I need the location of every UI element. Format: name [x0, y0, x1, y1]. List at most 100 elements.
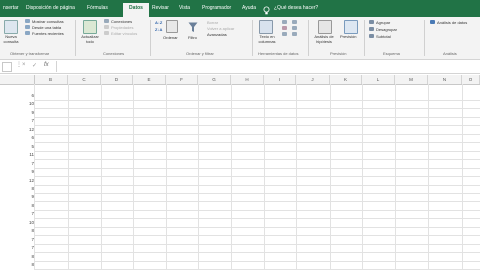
cell-value[interactable]: 8 [0, 253, 34, 261]
column-header[interactable]: H [231, 75, 264, 84]
tab-insertar[interactable]: nsertar [1, 3, 21, 17]
column-header[interactable]: J [296, 75, 330, 84]
grid-row-line [34, 142, 480, 143]
column-header[interactable]: D [101, 75, 133, 84]
refresh-all-button[interactable]: Actualizar todo [80, 34, 100, 44]
edit-links-button[interactable]: Editar vínculos [111, 31, 137, 36]
grid-column-line [68, 84, 69, 270]
grid-column-line [133, 84, 134, 270]
sort-icon[interactable] [166, 20, 178, 33]
column-header[interactable]: O [462, 75, 480, 84]
group-label-outline: Esquema [383, 51, 400, 56]
grid-row-line [34, 218, 480, 219]
select-all-corner[interactable] [0, 75, 35, 84]
formula-input[interactable] [60, 62, 478, 71]
forecast-sheet-button[interactable]: Previsión [340, 34, 356, 39]
tab-programador[interactable]: Programador [200, 3, 233, 17]
column-header[interactable]: N [428, 75, 462, 84]
remove-duplicates-icon[interactable] [282, 26, 287, 30]
worksheet-grid[interactable]: 6 10 9 7 12 6 5 11 7 9 12 8 9 8 7 10 8 7 7 8 8 [0, 84, 480, 270]
cell-value[interactable]: 8 [0, 227, 34, 235]
connections-icon [104, 19, 109, 23]
cell-value[interactable]: 6 [0, 92, 34, 100]
advanced-filter-button[interactable]: Avanzadas [207, 32, 227, 37]
column-header[interactable]: L [362, 75, 395, 84]
column-header[interactable]: E [133, 75, 166, 84]
cell-value[interactable]: 10 [0, 219, 34, 227]
show-queries-button[interactable]: Mostrar consultas [32, 19, 64, 24]
relationships-icon[interactable] [292, 26, 297, 30]
cell-value[interactable]: 9 [0, 109, 34, 117]
data-analysis-button[interactable]: Análisis de datos [437, 20, 467, 25]
tell-me-search[interactable]: ¿Qué desea hacer? [272, 3, 320, 17]
cell-value[interactable]: 8 [0, 185, 34, 193]
cell-value[interactable]: 12 [0, 126, 34, 134]
grid-row-line [34, 176, 480, 177]
group-label-analysis: Análisis [443, 51, 457, 56]
cell-value[interactable]: 12 [0, 177, 34, 185]
reapply-filter-button[interactable]: Volver a aplicar [207, 26, 234, 31]
grid-column-line [101, 84, 102, 270]
filter-icon[interactable] [188, 20, 198, 32]
show-queries-icon [25, 19, 30, 23]
consolidate-icon[interactable] [292, 20, 297, 24]
tab-vista[interactable]: Vista [177, 3, 192, 17]
clear-filter-button[interactable]: Borrar [207, 20, 218, 25]
column-header[interactable]: M [395, 75, 428, 84]
data-validation-icon[interactable] [282, 32, 287, 36]
sort-button[interactable]: Ordenar [163, 35, 178, 40]
cell-value[interactable]: 8 [0, 202, 34, 210]
what-if-icon[interactable] [318, 20, 332, 34]
refresh-all-icon[interactable] [83, 20, 97, 34]
cell-value[interactable]: 7 [0, 236, 34, 244]
cancel-icon[interactable]: × [22, 62, 26, 68]
connections-button[interactable]: Conexiones [111, 19, 132, 24]
column-header[interactable]: B [34, 75, 68, 84]
column-header[interactable]: I [264, 75, 296, 84]
tab-formulas[interactable]: Fórmulas [85, 3, 110, 17]
column-header[interactable]: G [198, 75, 231, 84]
ungroup-button[interactable]: Desagrupar [376, 27, 397, 32]
tab-ayuda[interactable]: Ayuda [240, 3, 258, 17]
grid-row-line [34, 227, 480, 228]
group-separator [252, 20, 253, 56]
group-button[interactable]: Agrupar [376, 20, 390, 25]
text-to-columns-button[interactable]: Texto en columnas [256, 34, 278, 44]
insert-function-icon[interactable]: fx [44, 62, 49, 68]
from-table-button[interactable]: Desde una tabla [32, 25, 61, 30]
sort-az-icon[interactable]: A↓Z [155, 20, 162, 25]
column-header[interactable]: K [330, 75, 362, 84]
cell-value[interactable]: 8 [0, 261, 34, 269]
cell-value[interactable]: 11 [0, 151, 34, 159]
new-query-icon[interactable] [4, 20, 18, 34]
cell-value[interactable]: 5 [0, 143, 34, 151]
name-box[interactable] [2, 62, 12, 72]
recent-sources-button[interactable]: Fuentes recientes [32, 31, 64, 36]
filter-button[interactable]: Filtro [188, 35, 197, 40]
column-header[interactable]: F [166, 75, 198, 84]
cell-value[interactable]: 10 [0, 100, 34, 108]
tab-disposicion-pagina[interactable]: Disposición de página [24, 3, 77, 17]
subtotal-button[interactable]: Subtotal [376, 34, 391, 39]
cell-value[interactable]: 7 [0, 160, 34, 168]
cell-value[interactable]: 6 [0, 134, 34, 142]
tab-datos[interactable]: Datos [123, 3, 149, 17]
flash-fill-icon[interactable] [282, 20, 287, 24]
column-header[interactable]: C [68, 75, 101, 84]
cell-value[interactable]: 7 [0, 244, 34, 252]
new-query-button[interactable]: Nueva consulta [1, 34, 21, 44]
sort-za-icon[interactable]: Z↓A [155, 27, 162, 32]
enter-icon[interactable]: ✓ [32, 62, 37, 69]
data-model-icon[interactable] [292, 32, 297, 36]
text-to-columns-icon[interactable] [259, 20, 273, 34]
forecast-sheet-icon[interactable] [344, 20, 358, 34]
group-separator [75, 20, 76, 56]
tab-revisar[interactable]: Revisar [150, 3, 171, 17]
cell-value[interactable]: 7 [0, 210, 34, 218]
what-if-analysis-button[interactable]: Análisis de hipótesis [312, 34, 336, 44]
cell-value[interactable]: 9 [0, 168, 34, 176]
properties-button[interactable]: Propiedades [111, 25, 133, 30]
formula-bar: ⋮ × ✓ fx [0, 60, 480, 74]
cell-value[interactable]: 9 [0, 193, 34, 201]
cell-value[interactable]: 7 [0, 117, 34, 125]
